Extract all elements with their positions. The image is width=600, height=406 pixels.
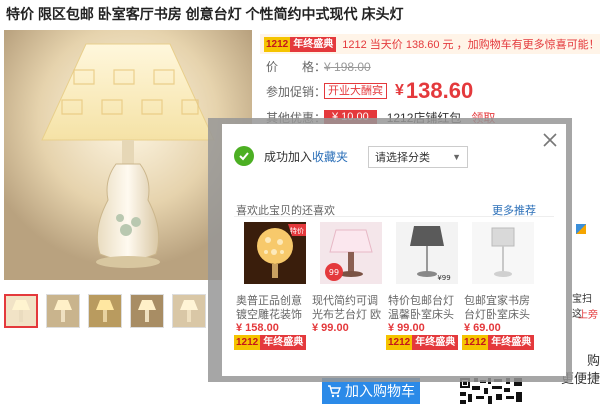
recommend-item-image[interactable]: ¥99 [396, 222, 458, 284]
success-message: 成功加入 收藏夹 [234, 146, 348, 166]
promotion-row: 参加促销： 开业大酬宾 ¥ 138.60 [266, 78, 473, 104]
promotion-currency: ¥ [395, 82, 404, 99]
price-row: 价 格： ¥ 198.00 [266, 58, 371, 75]
recommend-item[interactable]: ¥99 特价包邮台灯温馨卧室床头 ¥ 99.00 1212 年终盛典 [386, 222, 462, 362]
favorites-modal: 成功加入 收藏夹 请选择分类 ▼ 喜欢此宝贝的还喜欢 更多推荐 特价 奥普正品创… [222, 124, 566, 376]
cart-icon [328, 385, 341, 398]
recommend-list: 特价 奥普正品创意镀空雕花装饰 ¥ 158.00 1212 年终盛典 99 现代… [234, 222, 564, 362]
thumbnail-1[interactable] [4, 294, 38, 328]
check-circle-icon [234, 146, 254, 166]
app-icon[interactable] [576, 224, 586, 234]
recommend-item-name[interactable]: 现代简约可调光布艺台灯 欧 [312, 294, 382, 322]
recommend-item-price: ¥ 158.00 [236, 322, 279, 334]
recommend-item-name[interactable]: 特价包邮台灯温馨卧室床头 [388, 294, 458, 322]
success-text: 成功加入 [264, 149, 313, 164]
recommend-item-price: ¥ 69.00 [464, 322, 501, 334]
category-select[interactable]: 请选择分类 ▼ [368, 146, 468, 168]
favorites-link[interactable]: 收藏夹 [312, 148, 348, 165]
add-to-cart-label: 加入购物车 [345, 383, 415, 399]
original-price: ¥ 198.00 [324, 59, 371, 74]
thumbnail-3[interactable] [88, 294, 122, 328]
recommend-item-image[interactable]: 特价 [244, 222, 306, 284]
chevron-down-icon: ▼ [452, 152, 461, 162]
promotion-label: 参加促销： [266, 84, 327, 99]
recommend-item[interactable]: 特价 奥普正品创意镀空雕花装饰 ¥ 158.00 1212 年终盛典 [234, 222, 310, 362]
promotion-price: 138.60 [405, 78, 474, 103]
category-select-value: 请选择分类 [375, 152, 430, 164]
close-icon[interactable] [540, 130, 560, 150]
thumbnail-strip [4, 294, 206, 328]
thumbnail-5[interactable] [172, 294, 206, 328]
promo-badge: 1212 年终盛典 [264, 36, 337, 52]
price-label: 价 格： [266, 60, 327, 74]
product-title: 特价 限区包邮 卧室客厅书房 创意台灯 个性简约中式现代 床头灯 [6, 6, 404, 22]
recommend-item-price: ¥ 99.00 [388, 322, 425, 334]
side-text-top: 上旁 [578, 310, 598, 321]
recommend-item-image[interactable]: 99 [320, 222, 382, 284]
thumbnail-4[interactable] [130, 294, 164, 328]
recommend-item-badge: 1212 年终盛典 [234, 334, 307, 350]
recommend-item-badge: 1212 年终盛典 [462, 334, 535, 350]
promo-text: 1212 当天价 138.60 元 ，加购物车有更多惊喜可能！ [342, 39, 600, 51]
recommend-item-name[interactable]: 包邮宜家书房台灯卧室床头 [464, 294, 534, 322]
tag-hot-text: 特价 [290, 226, 304, 235]
recommend-item[interactable]: 99 现代简约可调光布艺台灯 欧 ¥ 99.00 [310, 222, 386, 362]
thumbnail-2[interactable] [46, 294, 80, 328]
divider [234, 216, 554, 217]
promo-bar: 1212 年终盛典 1212 当天价 138.60 元 ，加购物车有更多惊喜可能！ [260, 34, 600, 54]
recommend-item-price: ¥ 99.00 [312, 322, 349, 334]
recommend-item-name[interactable]: 奥普正品创意镀空雕花装饰 [236, 294, 306, 322]
promotion-tag: 开业大酬宾 [324, 83, 387, 99]
recommend-item-image[interactable] [472, 222, 534, 284]
tag-99-2-text: ¥99 [437, 274, 450, 282]
recommend-item-badge: 1212 年终盛典 [386, 334, 459, 350]
tag-99-text: 99 [329, 268, 339, 277]
recommend-item[interactable]: 包邮宜家书房台灯卧室床头 ¥ 69.00 1212 年终盛典 [462, 222, 538, 362]
